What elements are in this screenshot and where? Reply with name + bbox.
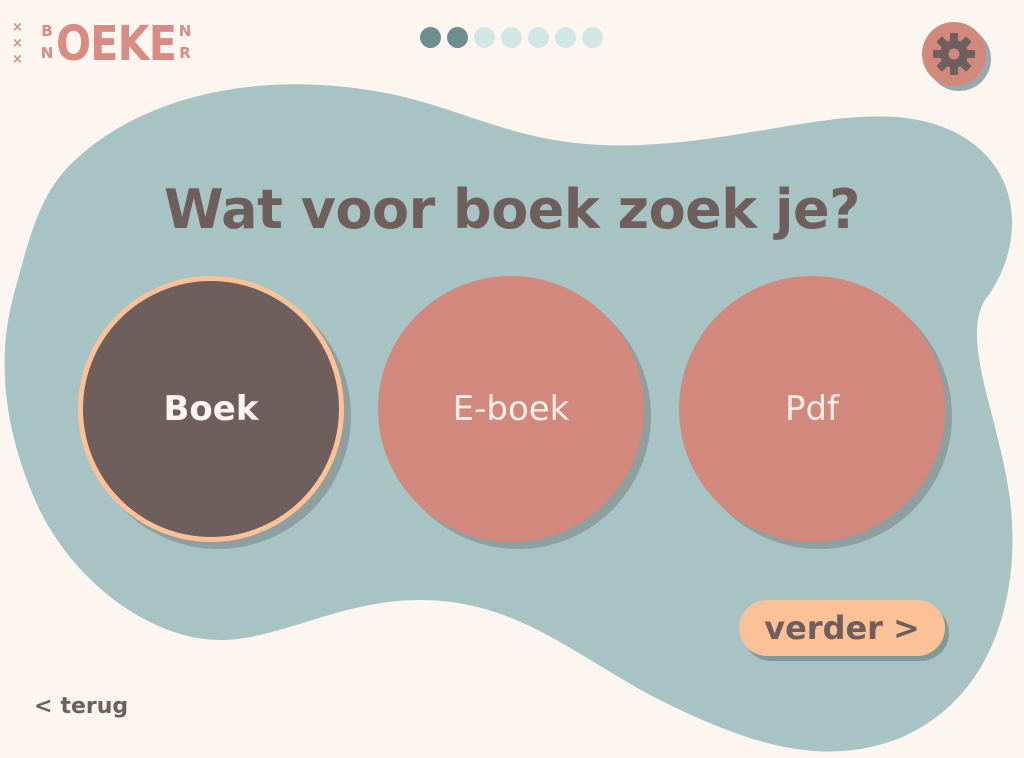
logo-crosses: × × × xyxy=(12,20,28,72)
back-link[interactable]: < terug xyxy=(34,694,128,719)
choice-face[interactable]: E-boek xyxy=(378,276,644,542)
choice-e-boek-button[interactable]: E-boek xyxy=(378,276,651,549)
app-screen: × × × B N OEKE N R Wat voor boek zoek je… xyxy=(0,0,1024,758)
logo-cross: × xyxy=(12,36,23,51)
progress-dots xyxy=(420,27,603,49)
choice-face[interactable]: Pdf xyxy=(679,276,945,542)
choice-face[interactable]: Boek xyxy=(78,276,344,542)
progress-dot-done xyxy=(420,27,441,48)
choice-label: E-boek xyxy=(452,389,570,429)
progress-dot xyxy=(582,27,603,48)
progress-dot xyxy=(528,27,549,48)
progress-dot-done xyxy=(447,27,468,48)
logo-small-letters-right: N R xyxy=(178,22,192,62)
progress-dot xyxy=(474,27,495,48)
back-link-label: terug xyxy=(60,694,129,719)
settings-button[interactable] xyxy=(922,22,991,91)
logo-wordmark: OEKE xyxy=(56,16,177,72)
next-button[interactable]: verder > xyxy=(739,600,949,661)
settings-button-face[interactable] xyxy=(922,22,986,86)
page-title: Wat voor boek zoek je? xyxy=(164,178,860,241)
choice-label: Pdf xyxy=(784,389,840,429)
chevron-right-icon: > xyxy=(892,609,920,647)
next-button-face[interactable]: verder > xyxy=(739,600,945,656)
progress-dot xyxy=(555,27,576,48)
progress-dot xyxy=(501,27,522,48)
chevron-left-icon: < xyxy=(34,694,53,719)
choice-label: Boek xyxy=(163,389,259,429)
choice-boek-button[interactable]: Boek xyxy=(78,276,351,549)
app-logo: × × × B N OEKE N R xyxy=(12,16,191,72)
logo-small-letters-left: B N xyxy=(40,22,54,62)
next-button-label: verder xyxy=(764,609,883,647)
choice-pdf-button[interactable]: Pdf xyxy=(679,276,952,549)
logo-cross: × xyxy=(12,20,23,35)
logo-cross: × xyxy=(12,52,23,67)
gear-icon xyxy=(933,33,975,75)
